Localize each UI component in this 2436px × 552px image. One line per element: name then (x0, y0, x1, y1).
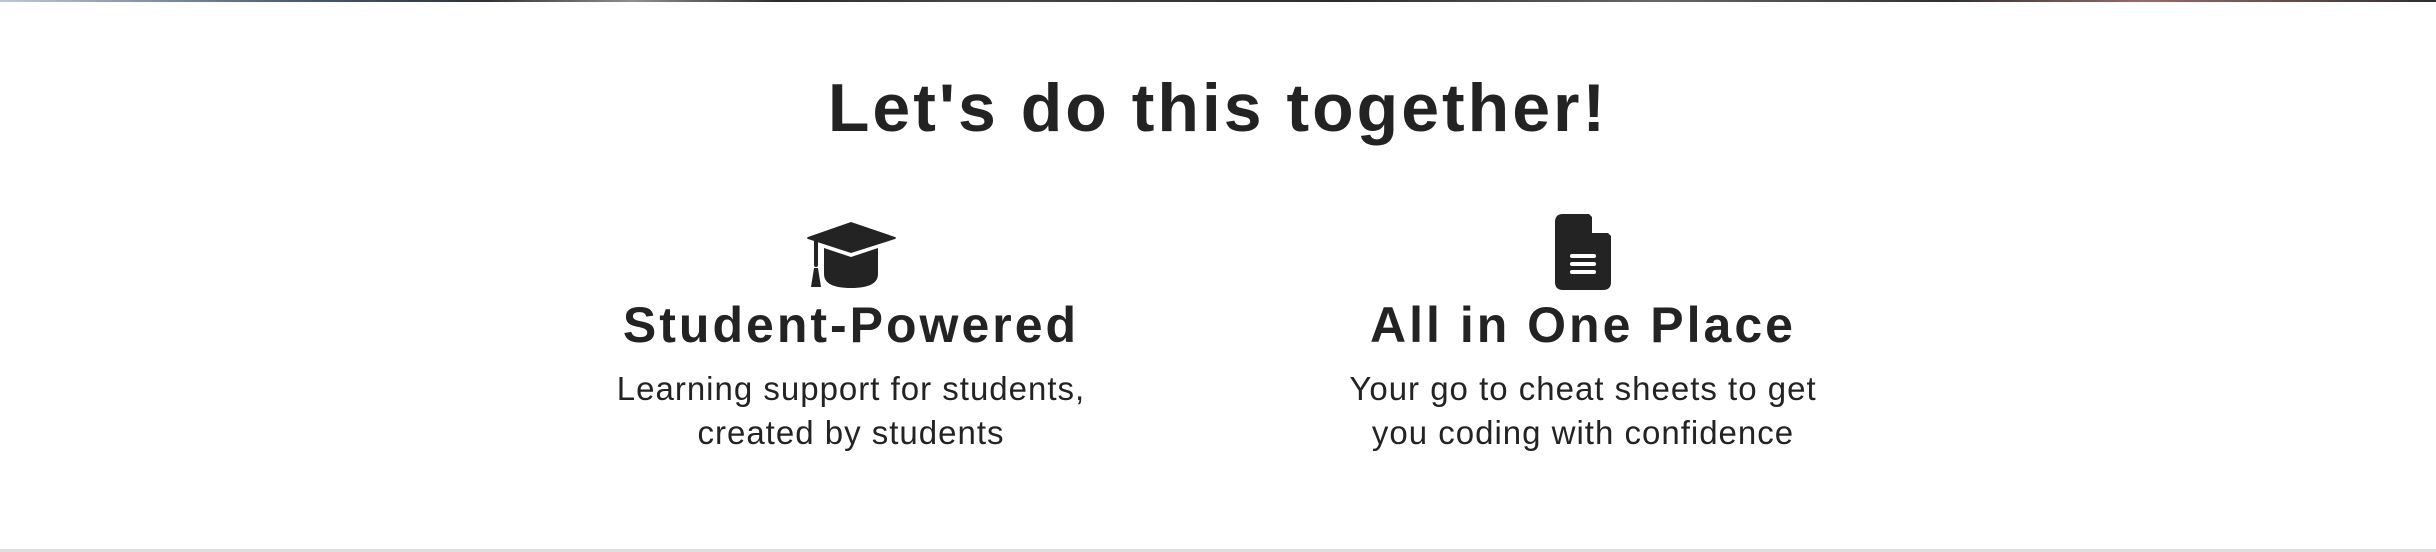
feature-all-in-one-place: All in One Place Your go to cheat sheets… (1283, 210, 1883, 455)
document-icon (1283, 210, 1883, 290)
feature-student-powered: Student-Powered Learning support for stu… (551, 210, 1151, 455)
graduation-cap-icon (551, 210, 1151, 290)
section-title: Let's do this together! (827, 70, 1609, 146)
feature-title: Student-Powered (622, 297, 1080, 353)
feature-title: All in One Place (1370, 297, 1796, 353)
feature-description: Your go to cheat sheets to get you codin… (1349, 370, 1817, 451)
header-edge-strip (0, 0, 2436, 2)
feature-description: Learning support for students, created b… (616, 370, 1086, 451)
